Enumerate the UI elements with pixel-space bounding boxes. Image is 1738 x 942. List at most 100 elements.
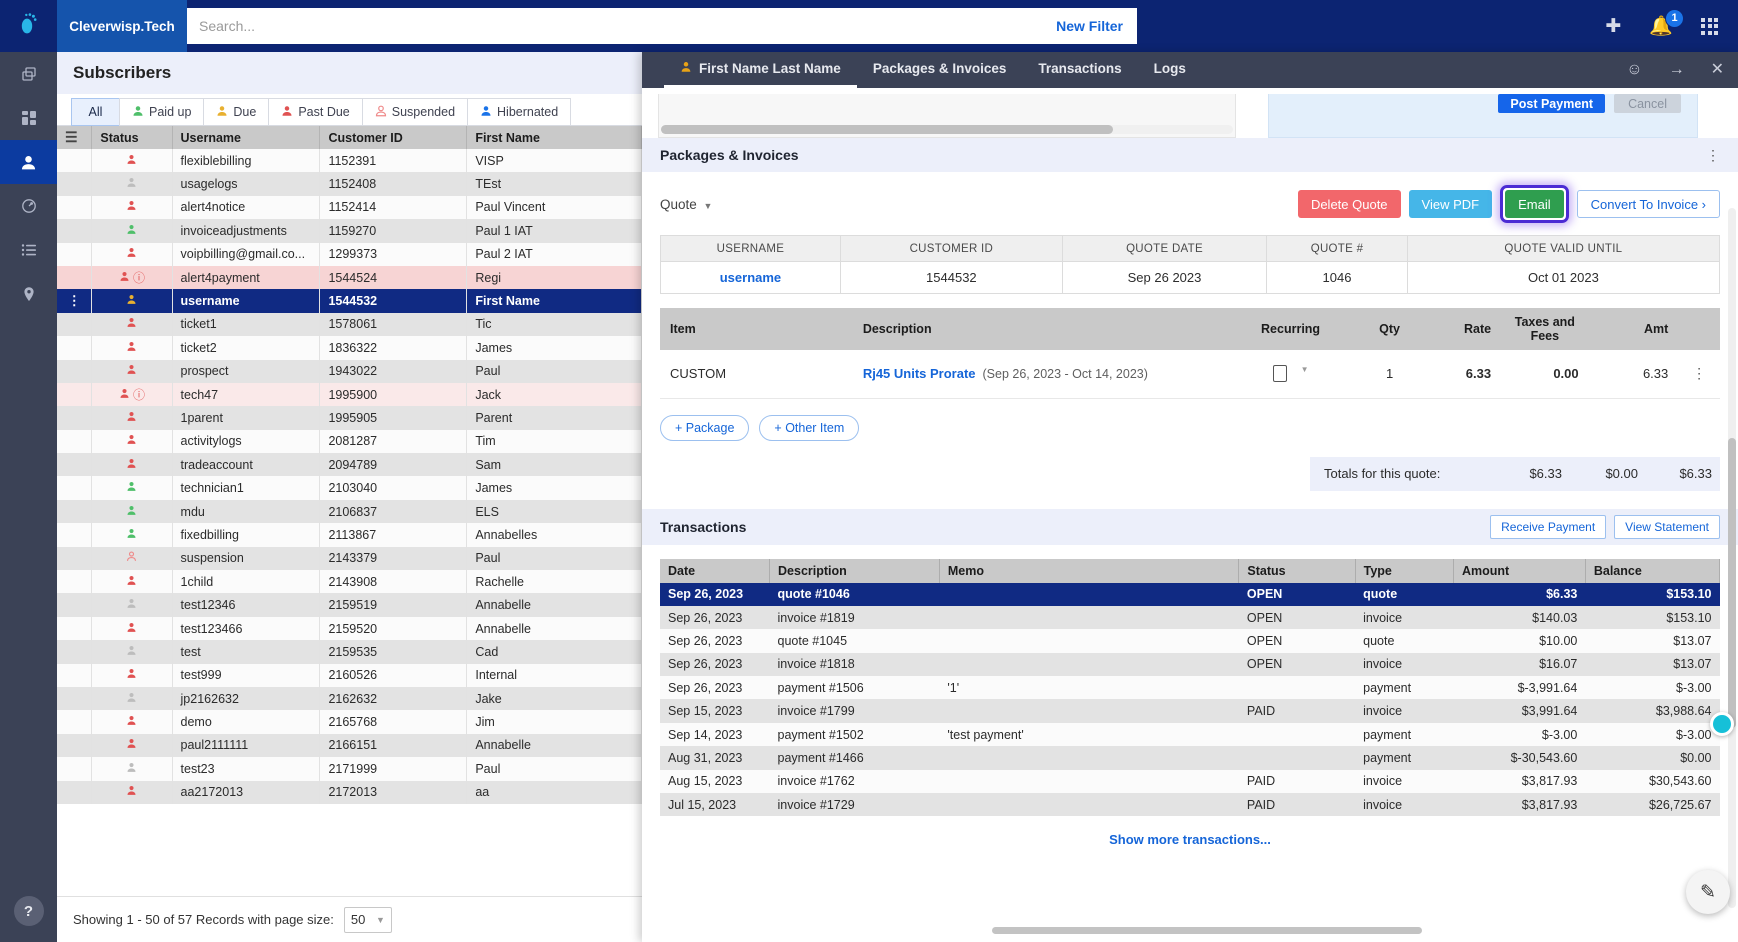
table-row[interactable]: usagelogs 1152408 TEst bbox=[57, 172, 642, 196]
chevron-down-icon[interactable]: ▼ bbox=[1301, 365, 1309, 374]
table-row[interactable]: technician1 2103040 James bbox=[57, 476, 642, 500]
new-filter-button[interactable]: New Filter bbox=[1056, 18, 1137, 34]
filter-tab-suspended[interactable]: Suspended bbox=[361, 98, 468, 126]
cancel-button[interactable]: Cancel bbox=[1614, 94, 1681, 113]
show-more-transactions-link[interactable]: Show more transactions... bbox=[660, 832, 1720, 847]
detail-vertical-scrollbar[interactable] bbox=[1728, 208, 1736, 908]
tab-first-name-last-name[interactable]: First Name Last Name bbox=[664, 52, 857, 88]
table-row[interactable]: flexiblebilling 1152391 VISP bbox=[57, 149, 642, 173]
column-header-username[interactable]: Username bbox=[172, 126, 321, 149]
receive-payment-button[interactable]: Receive Payment bbox=[1490, 514, 1607, 539]
item-taxes-fees[interactable]: 0.00 bbox=[1501, 350, 1589, 399]
detail-horizontal-scrollbar[interactable] bbox=[992, 927, 1422, 934]
item-description[interactable]: Rj45 Units Prorate (Sep 26, 2023 - Oct 14… bbox=[852, 350, 1229, 399]
item-row-menu-icon[interactable]: ⋮ bbox=[1678, 350, 1720, 399]
table-row[interactable]: jp2162632 2162632 Jake bbox=[57, 686, 642, 711]
item-recurring-checkbox[interactable]: ▼ bbox=[1228, 350, 1354, 399]
app-logo[interactable] bbox=[0, 0, 57, 52]
smiley-icon[interactable]: ☺ bbox=[1626, 62, 1642, 78]
table-row[interactable]: paul2111111 2166151 Annabelle bbox=[57, 733, 642, 758]
table-row[interactable]: ⓘ tech47 1995900 Jack bbox=[57, 382, 642, 407]
bell-icon[interactable]: 🔔 1 bbox=[1649, 8, 1684, 36]
column-header-first-name[interactable]: First Name bbox=[466, 126, 642, 149]
transaction-row[interactable]: Aug 15, 2023 invoice #1762 PAID invoice $3,8… bbox=[660, 769, 1720, 794]
filter-tab-due[interactable]: Due bbox=[203, 98, 269, 126]
filter-tab-past-due[interactable]: Past Due bbox=[268, 98, 362, 126]
table-row[interactable]: 1parent 1995905 Parent bbox=[57, 406, 642, 430]
quote-meta-value-0[interactable]: username bbox=[660, 261, 841, 294]
tx-column-balance[interactable]: Balance bbox=[1585, 558, 1721, 583]
tx-column-status[interactable]: Status bbox=[1238, 558, 1356, 583]
plus-icon[interactable]: ✚ bbox=[1605, 17, 1621, 36]
add-package-button[interactable]: + Package bbox=[660, 414, 750, 441]
filter-tab-hibernated[interactable]: Hibernated bbox=[467, 98, 572, 126]
page-size-select[interactable]: 50 ▼ bbox=[343, 906, 392, 933]
table-row[interactable]: mdu 2106837 ELS bbox=[57, 499, 642, 524]
transaction-row[interactable]: Sep 26, 2023 invoice #1818 OPEN invoice $16.… bbox=[660, 652, 1720, 677]
table-row[interactable]: demo 2165768 Jim bbox=[57, 710, 642, 734]
table-row[interactable]: prospect 1943022 Paul bbox=[57, 359, 642, 383]
apps-grid-icon[interactable] bbox=[1701, 17, 1718, 35]
filter-tab-all[interactable]: All bbox=[71, 98, 119, 126]
post-payment-button[interactable]: Post Payment bbox=[1498, 94, 1606, 113]
table-row[interactable]: ticket1 1578061 Tic bbox=[57, 312, 642, 337]
sidebar-item-list[interactable] bbox=[0, 228, 57, 272]
sidebar-item-copy-layers[interactable] bbox=[0, 52, 57, 96]
close-icon[interactable]: ✕ bbox=[1711, 62, 1724, 78]
help-button[interactable]: ? bbox=[13, 896, 44, 926]
column-header-customer-id[interactable]: Customer ID bbox=[319, 126, 468, 149]
table-row[interactable]: test123466 2159520 Annabelle bbox=[57, 616, 642, 641]
quote-item-row[interactable]: CUSTOM Rj45 Units Prorate (Sep 26, 2023 - … bbox=[660, 350, 1720, 399]
transaction-row[interactable]: Sep 15, 2023 invoice #1799 PAID invoice $3,9… bbox=[660, 699, 1720, 723]
tab-transactions[interactable]: Transactions bbox=[1022, 52, 1137, 88]
quote-type-dropdown[interactable]: Quote ▼ bbox=[660, 197, 712, 212]
transaction-row[interactable]: Sep 26, 2023 invoice #1819 OPEN invoice $140… bbox=[660, 605, 1720, 630]
table-row[interactable]: 1child 2143908 Rachelle bbox=[57, 570, 642, 594]
transaction-row[interactable]: Jul 15, 2023 invoice #1729 PAID invoice $3,8… bbox=[660, 793, 1720, 817]
table-row[interactable]: invoiceadjustments 1159270 Paul 1 IAT bbox=[57, 219, 642, 243]
filter-tab-paid-up[interactable]: Paid up bbox=[119, 98, 204, 126]
sidebar-item-dashboard[interactable] bbox=[0, 96, 57, 140]
table-row[interactable]: test999 2160526 Internal bbox=[57, 663, 642, 687]
table-row[interactable]: ticket2 1836322 James bbox=[57, 336, 642, 360]
column-header-status[interactable]: Status bbox=[91, 126, 173, 149]
tx-column-date[interactable]: Date bbox=[660, 558, 771, 583]
table-row[interactable]: ⓘ alert4payment 1544524 Regi bbox=[57, 265, 642, 290]
item-rate[interactable]: 6.33 bbox=[1426, 350, 1502, 399]
tx-column-description[interactable]: Description bbox=[769, 558, 940, 583]
item-description-link[interactable]: Rj45 Units Prorate bbox=[863, 366, 976, 381]
view-pdf-button[interactable]: View PDF bbox=[1408, 190, 1493, 218]
table-row[interactable]: test12346 2159519 Annabelle bbox=[57, 593, 642, 617]
transaction-row[interactable]: Sep 26, 2023 payment #1506'1' payment $-3,9… bbox=[660, 676, 1720, 700]
tab-logs[interactable]: Logs bbox=[1138, 52, 1202, 88]
table-row[interactable]: tradeaccount 2094789 Sam bbox=[57, 453, 642, 477]
view-statement-button[interactable]: View Statement bbox=[1614, 514, 1720, 539]
table-row[interactable]: suspension 2143379 Paul bbox=[57, 546, 642, 571]
convert-to-invoice-button[interactable]: Convert To Invoice › bbox=[1576, 190, 1720, 218]
table-row[interactable]: aa2172013 2172013 aa bbox=[57, 780, 642, 804]
tx-column-amount[interactable]: Amount bbox=[1453, 558, 1586, 583]
table-row[interactable]: alert4notice 1152414 Paul Vincent bbox=[57, 195, 642, 220]
tx-column-type[interactable]: Type bbox=[1355, 558, 1454, 583]
transaction-row[interactable]: Sep 26, 2023 quote #1046 OPEN quote $6.33 $15… bbox=[660, 582, 1720, 606]
horizontal-scrollbar[interactable] bbox=[661, 125, 1233, 134]
pen-icon[interactable]: ✎ bbox=[1686, 870, 1730, 914]
transaction-row[interactable]: Sep 14, 2023 payment #1502'test payment' p… bbox=[660, 722, 1720, 747]
row-menu-icon[interactable]: ⋮ bbox=[57, 289, 93, 313]
tx-column-memo[interactable]: Memo bbox=[939, 558, 1240, 583]
search-bar[interactable]: New Filter bbox=[187, 8, 1137, 44]
sidebar-item-map-pin[interactable] bbox=[0, 272, 57, 316]
arrow-right-icon[interactable]: → bbox=[1669, 62, 1685, 78]
quote-username-link[interactable]: username bbox=[720, 270, 781, 285]
transaction-row[interactable]: Aug 31, 2023 payment #1466 payment $-30,543… bbox=[660, 746, 1720, 770]
chat-bubble-icon[interactable] bbox=[1710, 712, 1734, 736]
table-row[interactable]: activitylogs 2081287 Tim bbox=[57, 429, 642, 454]
table-row[interactable]: test23 2171999 Paul bbox=[57, 757, 642, 781]
column-menu-icon[interactable]: ☰ bbox=[57, 126, 93, 149]
subscribers-table-wrap[interactable]: ☰ Status Username Customer ID First Name… bbox=[57, 126, 642, 896]
sidebar-item-subscribers[interactable] bbox=[0, 140, 57, 184]
table-row[interactable]: voipbilling@gmail.co... 1299373 Paul 2 IAT bbox=[57, 242, 642, 266]
email-button[interactable]: Email bbox=[1505, 190, 1564, 218]
table-row[interactable]: fixedbilling 2113867 Annabelles bbox=[57, 523, 642, 547]
vertical-dots-icon[interactable]: ⋮ bbox=[1706, 148, 1720, 162]
